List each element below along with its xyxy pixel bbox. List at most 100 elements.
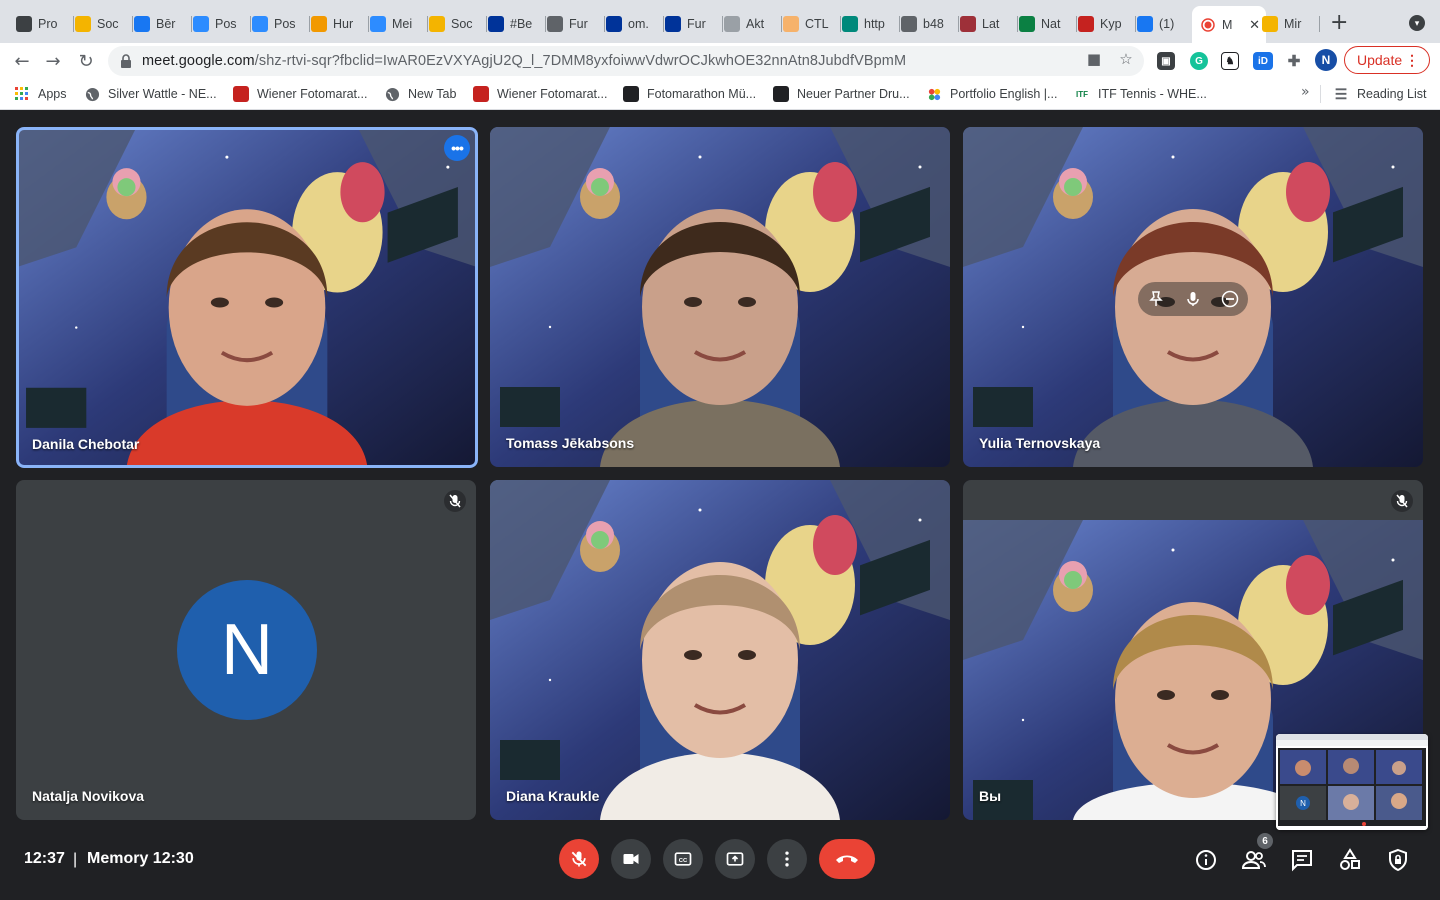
participant-name: Tomass Jēkabsons [506,435,635,451]
tab-title: M [1222,17,1233,32]
present-screen-button[interactable] [715,839,755,879]
participant-tile[interactable]: ••• Danila Chebotar [16,127,478,468]
camera-in-use-icon[interactable]: ■ [1086,50,1102,68]
browser-tab[interactable]: M ✕ [1192,6,1266,43]
browser-tab[interactable]: Pro [12,9,74,39]
eu-flag-icon [488,16,504,32]
tab-title: #Be [510,17,533,31]
camera-icon [623,86,639,102]
extension-icon-1[interactable]: ▣ [1157,52,1175,70]
participant-tile[interactable]: Yulia Ternovskaya [963,127,1423,467]
lock-icon [121,54,131,68]
meeting-details-button[interactable] [1193,847,1219,873]
hand-icon [429,16,445,32]
browser-tab[interactable]: Fur [661,9,723,39]
leave-call-button[interactable] [819,839,875,879]
browser-tab[interactable]: om. [602,9,664,39]
browser-tab[interactable]: Mei [366,9,428,39]
bookmark-item[interactable]: Neuer Partner Dru... [773,86,910,102]
bookmark-star-icon[interactable]: ☆ [1118,50,1134,68]
reload-icon[interactable]: ↻ [75,50,97,72]
bookmark-item[interactable]: ITF ITF Tennis - WHE... [1074,86,1207,102]
activities-button[interactable] [1337,847,1363,873]
browser-tab[interactable]: Kyp [1074,9,1136,39]
extensions-puzzle-icon[interactable]: ✚ [1285,52,1303,70]
browser-tab[interactable]: Soc [71,9,133,39]
people-button[interactable] [1241,847,1267,873]
eu-flag-icon [665,16,681,32]
browser-tab[interactable]: #Be [484,9,546,39]
zoom-icon [193,16,209,32]
chat-button[interactable] [1289,847,1315,873]
participant-tile[interactable]: Tomass Jēkabsons [490,127,950,467]
browser-tab[interactable]: Pos [248,9,310,39]
bookmark-item[interactable]: Apps [14,86,67,102]
video-feed [490,480,950,820]
tab-title: Mei [392,17,413,31]
browser-tab[interactable]: Mir [1258,9,1320,39]
address-bar[interactable]: meet.google.com/shz-rtvi-sqr?fbclid=IwAR… [108,46,1144,76]
browser-tab[interactable]: Fur [543,9,605,39]
browser-tab[interactable]: Akt [720,9,782,39]
itf-icon: ITF [1076,89,1088,99]
captions-button[interactable]: CC [663,839,703,879]
bookmarks-overflow-icon[interactable]: » [1301,84,1310,100]
tab-title: Fur [569,17,588,31]
browser-tab[interactable]: Hur [307,9,369,39]
browser-tab[interactable]: http [838,9,900,39]
hang-up-icon [836,855,858,863]
browser-tab[interactable]: (1) [1133,9,1195,39]
bookmark-label: Wiener Fotomarat... [497,87,608,101]
bookmark-item[interactable]: Wiener Fotomarat... [473,86,607,102]
eu-flag-icon [606,16,622,32]
ctl-icon [783,16,799,32]
photo-marathon-icon [233,86,249,102]
chart-icon [724,16,740,32]
tab-title: Lat [982,17,1000,31]
browser-tab[interactable]: Bēr [130,9,192,39]
more-options-button[interactable] [767,839,807,879]
browser-tab[interactable]: Soc [425,9,487,39]
browser-tab[interactable]: Nat [1015,9,1077,39]
participant-tile[interactable]: Diana Kraukle [490,480,950,820]
pin-icon[interactable] [1147,290,1165,308]
reading-list-button[interactable]: ☰ Reading List [1333,86,1427,102]
tile-more-options-icon[interactable]: ••• [444,135,470,161]
bookmark-item[interactable]: Portfolio English |... [926,86,1057,102]
tab-search-icon[interactable]: ▾ [1409,15,1425,31]
new-tab-button[interactable]: + [1330,12,1348,34]
bookmark-label: Apps [38,87,67,101]
tab-title: http [864,17,885,31]
bookmark-item[interactable]: New Tab [384,86,456,102]
update-button[interactable]: Update ⋮ [1344,46,1430,74]
grammarly-icon[interactable]: G [1190,52,1208,70]
back-arrow-icon[interactable]: ← [11,50,33,72]
id-extension-icon[interactable]: iD [1253,52,1273,70]
forward-arrow-icon[interactable]: → [42,50,64,72]
tab-title: Mir [1284,17,1302,31]
profile-avatar[interactable]: N [1315,49,1337,71]
browser-tab[interactable]: Lat [956,9,1018,39]
extension-icon-3[interactable]: ♞ [1221,52,1239,70]
bookmark-item[interactable]: Silver Wattle - NE... [84,86,217,102]
tab-strip: Pro Soc Bēr Pos Pos Hur Mei Soc #Be Fur om. Fur Akt C… [0,0,1440,43]
bookmark-item[interactable]: Wiener Fotomarat... [233,86,367,102]
remove-participant-icon[interactable] [1221,290,1239,308]
tab-title: Kyp [1100,17,1122,31]
url-text: meet.google.com/shz-rtvi-sqr?fbclid=IwAR… [142,53,906,69]
participant-tile[interactable]: N Natalja Novikova [16,480,476,820]
self-view-thumbnail[interactable]: N [1276,734,1428,830]
video-feed [16,127,478,468]
participant-count-badge: 6 [1257,833,1273,849]
participant-name: Вы [979,788,1002,804]
browser-tab[interactable]: b48 [897,9,959,39]
host-controls-button[interactable] [1385,847,1411,873]
browser-tab[interactable]: CTL [779,9,841,39]
camera-toggle-button[interactable] [611,839,651,879]
mute-participant-icon[interactable] [1184,290,1202,308]
bookmark-label: ITF Tennis - WHE... [1098,87,1207,101]
tab-title: b48 [923,17,944,31]
browser-tab[interactable]: Pos [189,9,251,39]
bookmark-item[interactable]: Fotomarathon Mü... [623,86,756,102]
microphone-toggle-button[interactable] [559,839,599,879]
